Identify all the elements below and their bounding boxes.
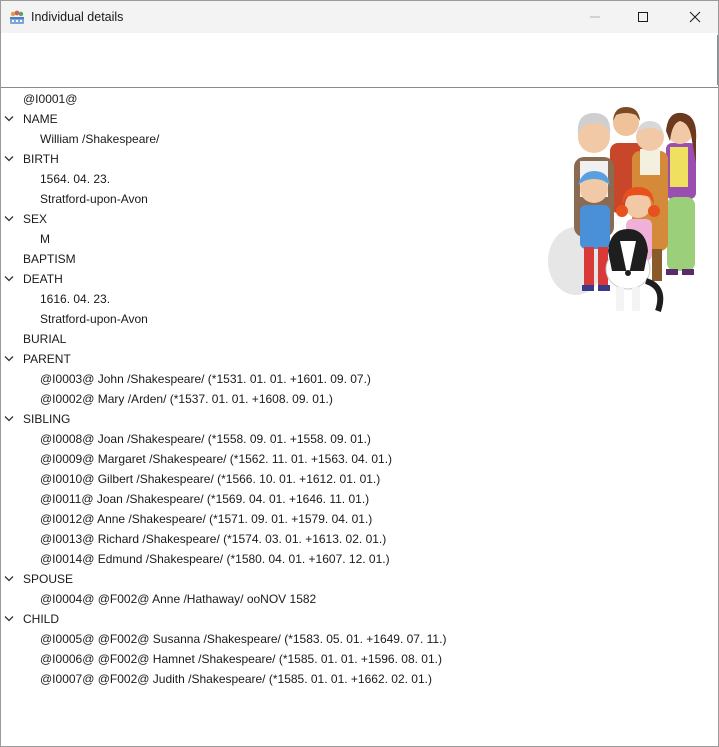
chevron-down-icon[interactable]	[4, 615, 14, 623]
chevron-down-icon[interactable]	[4, 275, 14, 283]
tree-node-name[interactable]: NAME	[23, 109, 58, 129]
tree-node-spouse[interactable]: SPOUSE	[23, 569, 73, 589]
close-button[interactable]	[672, 1, 718, 33]
tree-leaf-sibling[interactable]: @I0011@ Joan /Shakespeare/ (*1569. 04. 0…	[40, 489, 369, 509]
minimize-button[interactable]	[572, 1, 618, 33]
chevron-down-icon[interactable]	[4, 355, 14, 363]
tree-leaf-child[interactable]: @I0005@ @F002@ Susanna /Shakespeare/ (*1…	[40, 629, 446, 649]
tree-node-death[interactable]: DEATH	[23, 269, 63, 289]
details-tree[interactable]: @I0001@ NAME William /Shakespeare/ BIRTH…	[1, 89, 718, 744]
tree-leaf-birth-date[interactable]: 1564. 04. 23.	[40, 169, 110, 189]
tree-node-baptism[interactable]: BAPTISM	[23, 249, 76, 269]
tree-root-id[interactable]: @I0001@	[23, 89, 77, 109]
chevron-down-icon[interactable]	[4, 115, 14, 123]
tree-leaf-child[interactable]: @I0006@ @F002@ Hamnet /Shakespeare/ (*15…	[40, 649, 442, 669]
empty-toolbar-area	[1, 33, 718, 88]
tree-node-burial[interactable]: BURIAL	[23, 329, 66, 349]
toolbar-edge	[717, 35, 718, 85]
tree-leaf-name-value[interactable]: William /Shakespeare/	[40, 129, 159, 149]
tree-leaf-sibling[interactable]: @I0009@ Margaret /Shakespeare/ (*1562. 1…	[40, 449, 392, 469]
tree-leaf-child[interactable]: @I0007@ @F002@ Judith /Shakespeare/ (*15…	[40, 669, 432, 689]
tree-node-parent[interactable]: PARENT	[23, 349, 71, 369]
individual-details-window: Individual details @I0001@ NAME William …	[0, 0, 719, 747]
tree-leaf-parent[interactable]: @I0003@ John /Shakespeare/ (*1531. 01. 0…	[40, 369, 371, 389]
tree-leaf-sibling[interactable]: @I0008@ Joan /Shakespeare/ (*1558. 09. 0…	[40, 429, 371, 449]
tree-leaf-sibling[interactable]: @I0010@ Gilbert /Shakespeare/ (*1566. 10…	[40, 469, 380, 489]
chevron-down-icon[interactable]	[4, 415, 14, 423]
minimize-icon	[590, 16, 600, 18]
tree-leaf-sex-value[interactable]: M	[40, 229, 50, 249]
maximize-icon	[638, 12, 648, 22]
close-icon	[689, 11, 701, 23]
tree-leaf-death-date[interactable]: 1616. 04. 23.	[40, 289, 110, 309]
tree-leaf-sibling[interactable]: @I0012@ Anne /Shakespeare/ (*1571. 09. 0…	[40, 509, 372, 529]
tree-leaf-death-place[interactable]: Stratford-upon-Avon	[40, 309, 148, 329]
chevron-down-icon[interactable]	[4, 215, 14, 223]
maximize-button[interactable]	[620, 1, 666, 33]
chevron-down-icon[interactable]	[4, 575, 14, 583]
tree-leaf-spouse[interactable]: @I0004@ @F002@ Anne /Hathaway/ ooNOV 158…	[40, 589, 316, 609]
title-bar[interactable]: Individual details	[1, 1, 718, 33]
tree-leaf-birth-place[interactable]: Stratford-upon-Avon	[40, 189, 148, 209]
tree-node-child[interactable]: CHILD	[23, 609, 59, 629]
tree-leaf-parent[interactable]: @I0002@ Mary /Arden/ (*1537. 01. 01. +16…	[40, 389, 333, 409]
chevron-down-icon[interactable]	[4, 155, 14, 163]
tree-leaf-sibling[interactable]: @I0013@ Richard /Shakespeare/ (*1574. 03…	[40, 529, 386, 549]
window-title: Individual details	[31, 10, 124, 24]
tree-leaf-sibling[interactable]: @I0014@ Edmund /Shakespeare/ (*1580. 04.…	[40, 549, 390, 569]
tree-node-sex[interactable]: SEX	[23, 209, 47, 229]
tree-node-birth[interactable]: BIRTH	[23, 149, 59, 169]
family-illustration	[548, 107, 697, 312]
family-tree-app-icon	[10, 10, 24, 24]
tree-node-sibling[interactable]: SIBLING	[23, 409, 70, 429]
